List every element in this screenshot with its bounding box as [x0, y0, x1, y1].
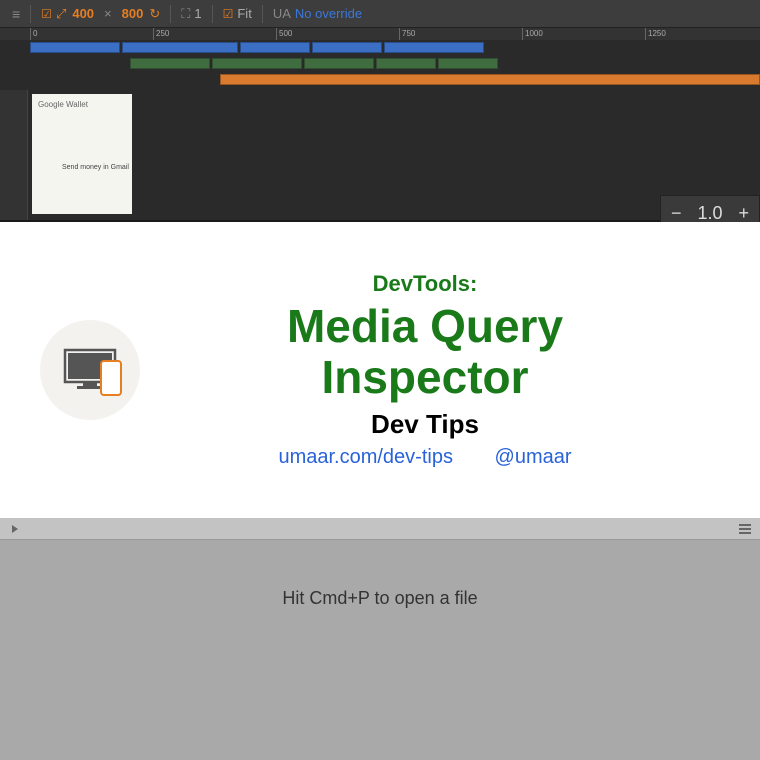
zoom-level: 1.0	[697, 203, 722, 224]
media-query-bar[interactable]	[240, 42, 310, 53]
preview-logo: Google Wallet	[38, 100, 126, 109]
panel-menu-icon[interactable]	[738, 522, 752, 536]
ruler-tick: 1250	[645, 28, 666, 40]
zoom-value[interactable]: 1	[194, 6, 201, 21]
empty-state-message: Hit Cmd+P to open a file	[0, 588, 760, 609]
dimensions-group: ☑ ⤢ 400 × 800 ↻	[35, 6, 166, 22]
ruler-tick: 1000	[522, 28, 543, 40]
ruler-tick: 500	[276, 28, 292, 40]
height-input[interactable]: 800	[120, 6, 146, 21]
ua-value: No override	[295, 6, 362, 21]
separator	[262, 5, 263, 23]
fit-label: Fit	[237, 6, 251, 21]
card-title-line1: Media Query	[170, 301, 680, 352]
twitter-link[interactable]: @umaar	[495, 446, 572, 468]
ua-label: UA	[273, 6, 291, 21]
zoom-in-button[interactable]: +	[738, 203, 749, 224]
media-query-bar[interactable]	[212, 58, 302, 69]
ua-group[interactable]: UA No override	[267, 6, 368, 21]
fit-group[interactable]: ☑ Fit	[217, 6, 258, 21]
ruler-tick: 750	[399, 28, 415, 40]
ruler-tick: 0	[30, 28, 37, 40]
website-link[interactable]: umaar.com/dev-tips	[278, 446, 453, 468]
card-subtitle: DevTools:	[170, 271, 680, 297]
media-query-bar[interactable]	[384, 42, 484, 53]
preview-tagline: Send money in Gmail	[62, 164, 129, 171]
media-query-bar[interactable]	[376, 58, 436, 69]
separator	[170, 5, 171, 23]
title-card: DevTools: Media Query Inspector Dev Tips…	[0, 222, 760, 518]
device-preview[interactable]: Google Wallet Send money in Gmail	[32, 94, 132, 214]
media-query-bars	[0, 40, 760, 90]
card-tagline: Dev Tips	[170, 409, 680, 440]
separator	[212, 5, 213, 23]
media-query-bar[interactable]	[122, 42, 238, 53]
media-query-bar[interactable]	[438, 58, 498, 69]
check-icon: ☑	[223, 7, 234, 21]
swap-icon[interactable]: ⤢	[56, 6, 66, 22]
sources-panel: Hit Cmd+P to open a file	[0, 518, 760, 760]
devices-icon	[40, 320, 140, 420]
check-icon: ☑	[41, 7, 52, 21]
media-query-bar[interactable]	[30, 42, 120, 53]
card-links: umaar.com/dev-tips @umaar	[170, 446, 680, 469]
phone-icon	[100, 360, 122, 396]
reload-icon[interactable]: ↻	[149, 6, 160, 22]
media-query-bar[interactable]	[130, 58, 210, 69]
dimension-separator: ×	[100, 6, 116, 21]
play-icon[interactable]	[8, 522, 22, 536]
ruler-tick: 250	[153, 28, 169, 40]
zoom-group: ⛶ 1	[175, 6, 207, 22]
media-query-bar[interactable]	[304, 58, 374, 69]
device-preview-area: Google Wallet Send money in Gmail − 1.0 …	[0, 90, 760, 220]
device-toolbar: ≡ ☑ ⤢ 400 × 800 ↻ ⛶ 1 ☑ Fit UA No overri…	[0, 0, 760, 28]
media-query-bar[interactable]	[220, 74, 760, 85]
card-title-line2: Inspector	[170, 352, 680, 403]
horizontal-ruler: 0 250 500 750 1000 1250 1500	[0, 28, 760, 40]
width-input[interactable]: 400	[70, 6, 96, 21]
fullscreen-icon[interactable]: ⛶	[181, 6, 190, 22]
zoom-out-button[interactable]: −	[671, 203, 682, 224]
vertical-ruler	[0, 90, 28, 220]
panel-header	[0, 518, 760, 540]
separator	[30, 5, 31, 23]
media-query-bar[interactable]	[312, 42, 382, 53]
toolbar-menu-icon[interactable]: ≡	[6, 6, 26, 22]
card-text: DevTools: Media Query Inspector Dev Tips…	[170, 271, 760, 468]
